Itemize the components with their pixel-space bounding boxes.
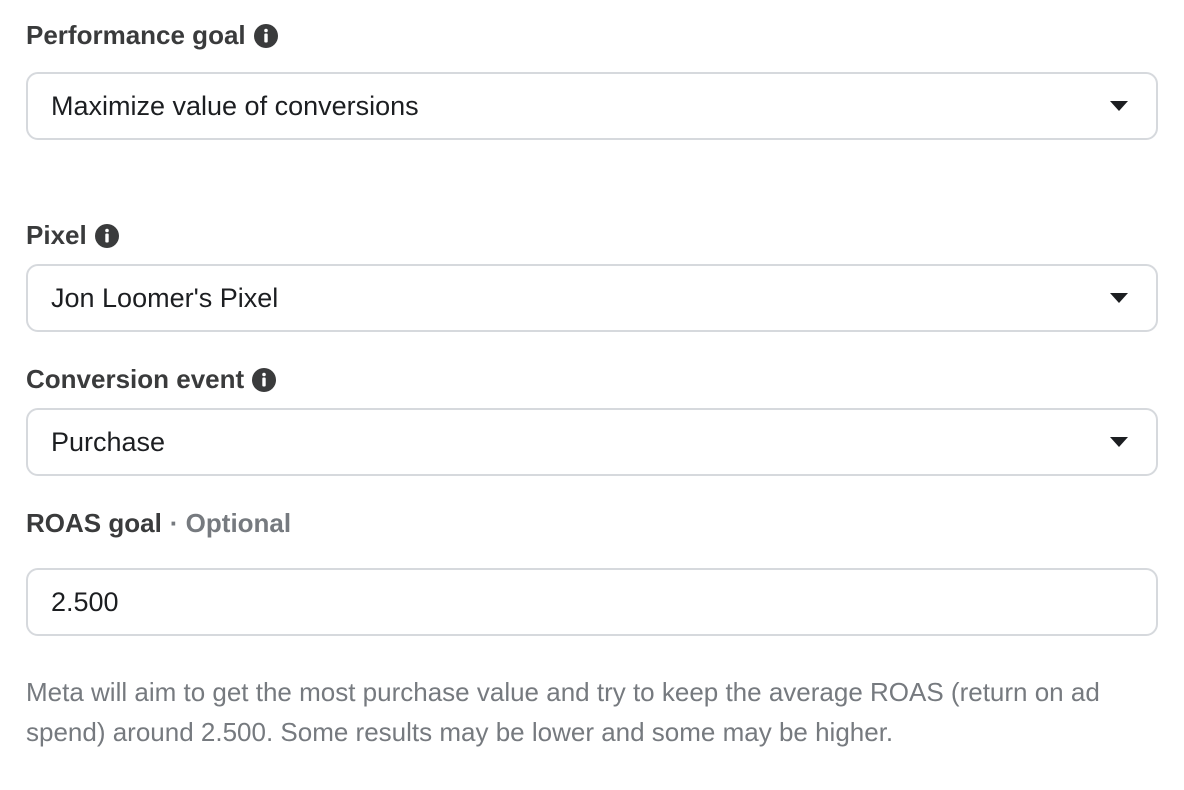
info-icon[interactable] xyxy=(252,367,277,392)
conversion-event-label: Conversion event xyxy=(26,364,245,394)
chevron-down-icon xyxy=(1110,437,1128,447)
info-icon[interactable] xyxy=(94,223,119,248)
roas-goal-input[interactable]: 2.500 xyxy=(26,568,1158,636)
roas-goal-label: ROAS goal xyxy=(26,508,162,538)
performance-goal-value: Maximize value of conversions xyxy=(51,90,419,121)
conversion-event-value: Purchase xyxy=(51,426,166,457)
roas-goal-value[interactable]: 2.500 xyxy=(51,587,1128,618)
conversion-event-select[interactable]: Purchase xyxy=(26,408,1158,476)
pixel-select[interactable]: Jon Loomer's Pixel xyxy=(26,264,1158,332)
chevron-down-icon xyxy=(1110,293,1128,303)
performance-goal-label-row: Performance goal xyxy=(26,20,278,51)
chevron-down-icon xyxy=(1110,101,1128,111)
info-icon[interactable] xyxy=(253,23,278,48)
roas-goal-label-row: ROAS goal · Optional xyxy=(26,508,291,539)
performance-goal-label: Performance goal xyxy=(26,20,246,50)
roas-helper-text: Meta will aim to get the most purchase v… xyxy=(26,677,1100,747)
pixel-label: Pixel xyxy=(26,220,87,250)
conversion-event-label-row: Conversion event xyxy=(26,364,277,395)
roas-goal-optional-label: · Optional xyxy=(169,508,292,538)
pixel-label-row: Pixel xyxy=(26,220,119,251)
pixel-value: Jon Loomer's Pixel xyxy=(51,282,279,313)
performance-goal-select[interactable]: Maximize value of conversions xyxy=(26,72,1158,140)
